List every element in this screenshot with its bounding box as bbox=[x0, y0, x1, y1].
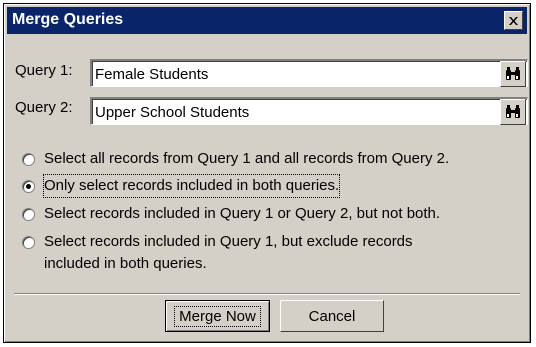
radio-button[interactable] bbox=[22, 236, 35, 249]
radio-button[interactable] bbox=[22, 180, 35, 193]
separator bbox=[14, 293, 520, 295]
query2-label: Query 2: bbox=[15, 99, 73, 116]
query1-field[interactable] bbox=[90, 59, 528, 87]
title-bar[interactable]: Merge Queries bbox=[7, 7, 527, 34]
cancel-label: Cancel bbox=[308, 307, 356, 325]
option-label: Select records included in Query 1, but … bbox=[44, 233, 413, 250]
merge-queries-dialog: Merge Queries Query 1: Query 2: bbox=[3, 3, 531, 343]
radio-button[interactable] bbox=[22, 208, 35, 221]
option-label: Select records included in Query 1 or Qu… bbox=[44, 205, 441, 222]
dialog-title: Merge Queries bbox=[12, 11, 124, 28]
query1-find-button[interactable] bbox=[500, 61, 526, 87]
query2-find-button[interactable] bbox=[500, 99, 526, 125]
option-all-records[interactable]: Select all records from Query 1 and all … bbox=[22, 150, 450, 170]
binoculars-icon bbox=[506, 67, 520, 80]
close-button[interactable] bbox=[504, 11, 523, 30]
option-either-not-both[interactable]: Select records included in Query 1 or Qu… bbox=[22, 205, 441, 225]
option-label-line2: included in both queries. bbox=[44, 255, 207, 272]
merge-now-label: Merge Now bbox=[174, 305, 261, 327]
binoculars-icon bbox=[506, 105, 520, 118]
option-query1-exclude-both[interactable]: Select records included in Query 1, but … bbox=[22, 233, 413, 275]
option-both-queries[interactable]: Only select records included in both que… bbox=[22, 174, 341, 198]
query2-input[interactable] bbox=[95, 101, 485, 123]
close-icon bbox=[509, 16, 518, 25]
radio-selected-dot bbox=[26, 184, 31, 189]
query1-label: Query 1: bbox=[15, 62, 73, 79]
query1-input[interactable] bbox=[95, 63, 485, 85]
option-label: Only select records included in both que… bbox=[42, 174, 341, 198]
merge-now-button[interactable]: Merge Now bbox=[165, 300, 270, 332]
query2-field[interactable] bbox=[90, 97, 528, 125]
radio-button[interactable] bbox=[22, 153, 35, 166]
cancel-button[interactable]: Cancel bbox=[280, 300, 384, 332]
option-label: Select all records from Query 1 and all … bbox=[44, 150, 450, 167]
